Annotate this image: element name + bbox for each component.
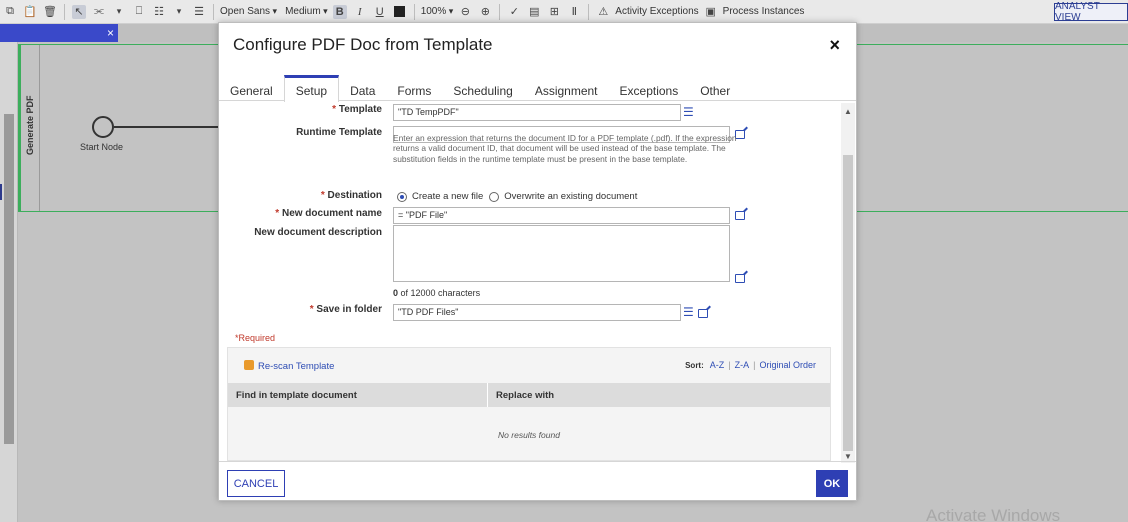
cancel-button[interactable]: CANCEL	[227, 470, 285, 497]
process-instances-link[interactable]: Process Instances	[723, 6, 805, 17]
warning-icon: ⚠	[598, 6, 609, 18]
swimlane-title: Generate PDF	[25, 95, 35, 155]
save-in-folder-label: * Save in folder	[309, 304, 382, 315]
analyst-view-button[interactable]: ANALYST VIEW	[1054, 1, 1128, 23]
tab-scheduling[interactable]: Scheduling	[442, 75, 523, 101]
edit-expression-icon[interactable]	[698, 309, 708, 318]
sort-a-z-link[interactable]: A-Z	[710, 360, 725, 370]
setup-form: * Template "TD TempPDF" ☰ Runtime Templa…	[219, 103, 841, 461]
toolbar-divider	[413, 3, 415, 20]
toolbar-divider	[64, 3, 65, 20]
chart-icon[interactable]: Ⅱ	[567, 5, 581, 19]
list-icon[interactable]: ☰	[683, 105, 694, 119]
pointer-icon[interactable]: ↖	[72, 4, 86, 19]
rescan-template-link[interactable]: Re-scan Template	[244, 360, 334, 372]
top-toolbar: ⧉ 📋 🗑 ↖ ⫘ ⎕ ☷ ☰ Open Sans Medium B I U 1…	[0, 0, 1128, 24]
grid-header: Find in template document Replace with	[228, 383, 830, 407]
tab-exceptions[interactable]: Exceptions	[609, 75, 690, 101]
tab-general[interactable]: General	[219, 75, 284, 101]
runtime-template-help: Enter an expression that returns the doc…	[393, 133, 737, 164]
zoom-select[interactable]: 100%	[421, 6, 454, 17]
destination-label: * Destination	[320, 190, 382, 201]
close-icon[interactable]: ×	[829, 35, 840, 56]
ok-button[interactable]: OK	[816, 470, 848, 497]
flow-connector[interactable]	[114, 126, 218, 128]
panel-close-icon[interactable]: ×	[107, 26, 114, 40]
connector-icon[interactable]: ⫘	[92, 5, 106, 19]
tab-data[interactable]: Data	[339, 75, 386, 101]
sort-original-order-link[interactable]: Original Order	[759, 360, 816, 370]
activation-watermark: Activate Windows	[926, 506, 1061, 522]
toolbar-divider	[588, 3, 590, 20]
tab-setup[interactable]: Setup	[283, 75, 340, 102]
required-note: *Required	[235, 333, 276, 343]
tab-assignment[interactable]: Assignment	[524, 75, 609, 101]
trash-icon[interactable]: 🗑	[43, 5, 57, 19]
zoom-in-icon[interactable]: ⊕	[478, 5, 492, 19]
notes-icon[interactable]: ▤	[527, 5, 541, 19]
properties-icon[interactable]: ☰	[192, 5, 206, 19]
substitution-grid: Re-scan Template Sort: A-Z | Z-A | Original …	[227, 347, 831, 461]
create-new-file-label[interactable]: Create a new file	[412, 191, 483, 202]
edit-expression-icon[interactable]	[735, 274, 745, 283]
new-document-name-label: * New document name	[275, 208, 382, 219]
font-size-select[interactable]: Medium	[285, 6, 328, 17]
dialog-scrollbar[interactable]: ▲ ▼	[841, 103, 855, 463]
font-family-select[interactable]: Open Sans	[220, 6, 277, 17]
lane-icon[interactable]: ☷	[152, 5, 166, 19]
column-replace[interactable]: Replace with	[488, 383, 562, 407]
zoom-out-icon[interactable]: ⊖	[458, 5, 472, 19]
activity-exceptions-link[interactable]: Activity Exceptions	[615, 6, 698, 17]
new-document-name-field[interactable]: = "PDF File"	[393, 207, 730, 224]
tab-other[interactable]: Other	[689, 75, 741, 101]
overwrite-radio[interactable]	[489, 191, 500, 202]
check-icon[interactable]: ✓	[507, 5, 521, 19]
toolbar-divider	[213, 3, 214, 20]
start-node-icon[interactable]	[92, 116, 114, 138]
sort-controls: Sort: A-Z | Z-A | Original Order	[685, 360, 816, 370]
destination-options: Create a new file Overwrite an existing …	[397, 191, 637, 202]
new-document-description-label: New document description	[254, 227, 382, 238]
instances-icon: ▣	[705, 6, 716, 18]
overwrite-label[interactable]: Overwrite an existing document	[504, 191, 637, 202]
new-document-description-field[interactable]	[393, 225, 730, 282]
text-box-icon[interactable]: ⎕	[132, 5, 146, 19]
scroll-down-icon[interactable]: ▼	[844, 452, 852, 461]
underline-button[interactable]: U	[373, 5, 387, 19]
empty-message: No results found	[498, 430, 560, 440]
duplicate-icon[interactable]: ⧉	[3, 5, 17, 19]
grid-icon[interactable]: ⊞	[547, 5, 561, 19]
template-label: * Template	[332, 104, 382, 115]
bold-button[interactable]: B	[332, 4, 347, 19]
toolbar-divider	[499, 3, 501, 20]
left-panel-scrollbar[interactable]	[4, 114, 14, 444]
rescan-icon	[244, 360, 254, 370]
scroll-up-icon[interactable]: ▲	[844, 107, 852, 116]
configure-dialog: Configure PDF Doc from Template × Genera…	[218, 22, 857, 501]
dialog-footer: CANCEL OK	[219, 461, 856, 501]
tab-bar: General Setup Data Forms Scheduling Assi…	[219, 75, 856, 102]
start-node-label: Start Node	[80, 142, 124, 152]
connector-dropdown-icon[interactable]	[112, 5, 126, 19]
clipboard-icon[interactable]: 📋	[23, 5, 37, 19]
italic-button[interactable]: I	[353, 5, 367, 19]
character-count: 0 of 12000 characters	[393, 288, 481, 298]
sort-z-a-link[interactable]: Z-A	[735, 360, 750, 370]
template-field[interactable]: "TD TempPDF"	[393, 104, 681, 121]
swimlane-header[interactable]: Generate PDF	[18, 45, 40, 211]
list-icon[interactable]: ☰	[683, 305, 694, 319]
runtime-template-label: Runtime Template	[296, 127, 382, 138]
scrollbar-thumb[interactable]	[843, 155, 853, 451]
left-panel	[0, 24, 18, 522]
edit-expression-icon[interactable]	[735, 211, 745, 220]
save-in-folder-field[interactable]: "TD PDF Files"	[393, 304, 681, 321]
create-new-file-radio[interactable]	[397, 191, 407, 202]
panel-header: ×	[0, 24, 118, 42]
lane-dropdown-icon[interactable]	[172, 5, 186, 19]
left-panel-marker	[0, 184, 2, 200]
column-find[interactable]: Find in template document	[228, 383, 488, 407]
fill-color-icon[interactable]	[393, 5, 407, 19]
dialog-title: Configure PDF Doc from Template	[233, 35, 493, 54]
tab-forms[interactable]: Forms	[386, 75, 442, 101]
